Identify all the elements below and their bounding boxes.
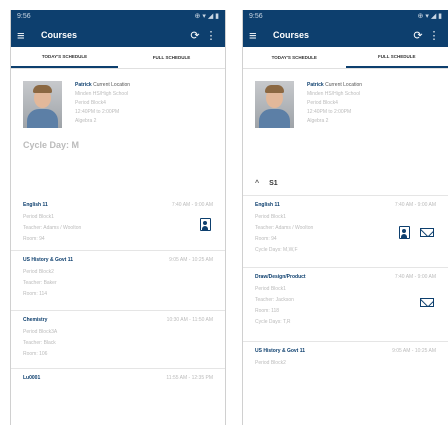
course-room: Room: 118 bbox=[255, 308, 280, 314]
course-time: 9:05 AM - 10:25 AM bbox=[392, 348, 436, 354]
more-icon[interactable]: ⋮ bbox=[203, 29, 219, 42]
course-time: 7:40 AM - 9:00 AM bbox=[394, 202, 436, 208]
course-period: Period Block2 bbox=[23, 269, 54, 275]
course-time: 9:05 AM - 10:25 AM bbox=[169, 257, 213, 263]
course-cycle-days: Cycle Days: T,R bbox=[255, 319, 291, 325]
student-course: Algebra 2 bbox=[75, 118, 97, 124]
tab-full-schedule[interactable]: FULL SCHEDULE bbox=[118, 47, 225, 68]
refresh-icon[interactable]: ⟳ bbox=[187, 29, 203, 42]
course-period: Period Block1 bbox=[255, 214, 286, 220]
student-time: 12:40PM to 2:00PM bbox=[75, 109, 120, 115]
contact-teacher-icon[interactable] bbox=[200, 218, 211, 231]
status-bar: 9:56 ⊕ ▾ ◢ ▮ bbox=[243, 10, 448, 23]
student-school: Minden HS/High School bbox=[307, 91, 361, 97]
course-teacher: Teacher: Baker bbox=[23, 280, 57, 286]
course-cycle-days: Cycle Days: M,W,F bbox=[255, 247, 298, 253]
tab-todays-schedule[interactable]: TODAY'S SCHEDULE bbox=[11, 47, 118, 68]
schedule-tabs: TODAY'S SCHEDULE FULL SCHEDULE bbox=[243, 47, 448, 69]
app-title: Courses bbox=[273, 30, 310, 40]
course-period: Period Block1 bbox=[23, 214, 54, 220]
student-info: Patrick Current Location Minden HS/High … bbox=[307, 81, 362, 128]
status-time: 9:56 bbox=[249, 13, 263, 20]
course-time: 11:55 AM - 12:35 PM bbox=[166, 375, 213, 381]
student-school: Minden HS/High School bbox=[75, 91, 129, 97]
course-period: Period Block1 bbox=[255, 286, 286, 292]
course-teacher: Teacher: Adams / Woolton bbox=[23, 225, 82, 231]
student-photo bbox=[23, 81, 62, 128]
chevron-up-icon[interactable]: ^ bbox=[255, 180, 259, 187]
current-location-label: Current Location bbox=[93, 82, 131, 88]
status-icons: ⊕ ▾ ◢ ▮ bbox=[194, 13, 219, 20]
course-period: Period Block2 bbox=[255, 360, 286, 366]
app-title: Courses bbox=[41, 30, 78, 40]
student-period: Period Block4 bbox=[307, 100, 338, 106]
schedule-tabs: TODAY'S SCHEDULE FULL SCHEDULE bbox=[11, 47, 225, 69]
contact-teacher-icon[interactable] bbox=[399, 226, 410, 239]
semester-label: S1 bbox=[269, 180, 278, 187]
phone-today-schedule: 9:56 ⊕ ▾ ◢ ▮ ≡ Courses ⟳ ⋮ TODAY'S SCHED… bbox=[10, 10, 226, 425]
course-room: Room: 94 bbox=[23, 236, 45, 242]
app-bar: ≡ Courses ⟳ ⋮ bbox=[11, 23, 225, 47]
course-row[interactable]: English 11 7:40 AM - 9:00 AM Period Bloc… bbox=[243, 196, 448, 268]
student-photo bbox=[255, 81, 294, 128]
course-time: 7:40 AM - 9:00 AM bbox=[394, 274, 436, 280]
course-time: 7:40 AM - 9:00 AM bbox=[171, 202, 213, 208]
tab-full-schedule[interactable]: FULL SCHEDULE bbox=[345, 47, 448, 68]
phone-full-schedule: 9:56 ⊕ ▾ ◢ ▮ ≡ Courses ⟳ ⋮ TODAY'S SCHED… bbox=[242, 10, 448, 425]
student-profile: Patrick Current Location Minden HS/High … bbox=[243, 69, 448, 128]
course-room: Room: 114 bbox=[23, 291, 48, 297]
refresh-icon[interactable]: ⟳ bbox=[410, 29, 426, 42]
course-row[interactable]: English 11 7:40 AM - 9:00 AM Period Bloc… bbox=[11, 196, 225, 251]
semester-header[interactable]: ^ S1 bbox=[243, 172, 448, 196]
student-profile: Patrick Current Location Minden HS/High … bbox=[11, 69, 225, 128]
cycle-day: Cycle Day: M bbox=[23, 140, 80, 150]
course-teacher: Teacher: Black bbox=[23, 340, 56, 346]
student-time: 12:40PM to 2:00PM bbox=[307, 109, 352, 115]
status-time: 9:56 bbox=[17, 13, 31, 20]
mail-icon[interactable] bbox=[420, 228, 434, 237]
student-name: Patrick bbox=[75, 82, 92, 88]
mail-icon[interactable] bbox=[420, 298, 434, 307]
menu-icon[interactable]: ≡ bbox=[249, 28, 269, 43]
course-period: Period Block3A bbox=[23, 329, 58, 335]
course-row[interactable]: Chemistry 10:30 AM - 11:50 AM Period Blo… bbox=[11, 311, 225, 369]
course-row[interactable]: US History & Govt 11 9:05 AM - 10:25 AM … bbox=[243, 342, 448, 375]
current-location-label: Current Location bbox=[325, 82, 363, 88]
more-icon[interactable]: ⋮ bbox=[426, 29, 442, 42]
student-course: Algebra 2 bbox=[307, 118, 329, 124]
course-row[interactable]: Lu0001 11:55 AM - 12:35 PM bbox=[11, 369, 225, 387]
student-info: Patrick Current Location Minden HS/High … bbox=[75, 81, 130, 128]
student-period: Period Block4 bbox=[75, 100, 106, 106]
menu-icon[interactable]: ≡ bbox=[17, 28, 37, 43]
status-bar: 9:56 ⊕ ▾ ◢ ▮ bbox=[11, 10, 225, 23]
student-name: Patrick bbox=[307, 82, 324, 88]
course-teacher: Teacher: Jackson bbox=[255, 297, 294, 303]
course-time: 10:30 AM - 11:50 AM bbox=[166, 317, 213, 323]
app-bar: ≡ Courses ⟳ ⋮ bbox=[243, 23, 448, 47]
course-room: Room: 106 bbox=[23, 351, 48, 357]
status-icons: ⊕ ▾ ◢ ▮ bbox=[417, 13, 442, 20]
tab-todays-schedule[interactable]: TODAY'S SCHEDULE bbox=[243, 47, 346, 68]
course-row[interactable]: US History & Govt 11 9:05 AM - 10:25 AM … bbox=[11, 251, 225, 311]
course-row[interactable]: Draw/Design/Product 7:40 AM - 9:00 AM Pe… bbox=[243, 268, 448, 342]
